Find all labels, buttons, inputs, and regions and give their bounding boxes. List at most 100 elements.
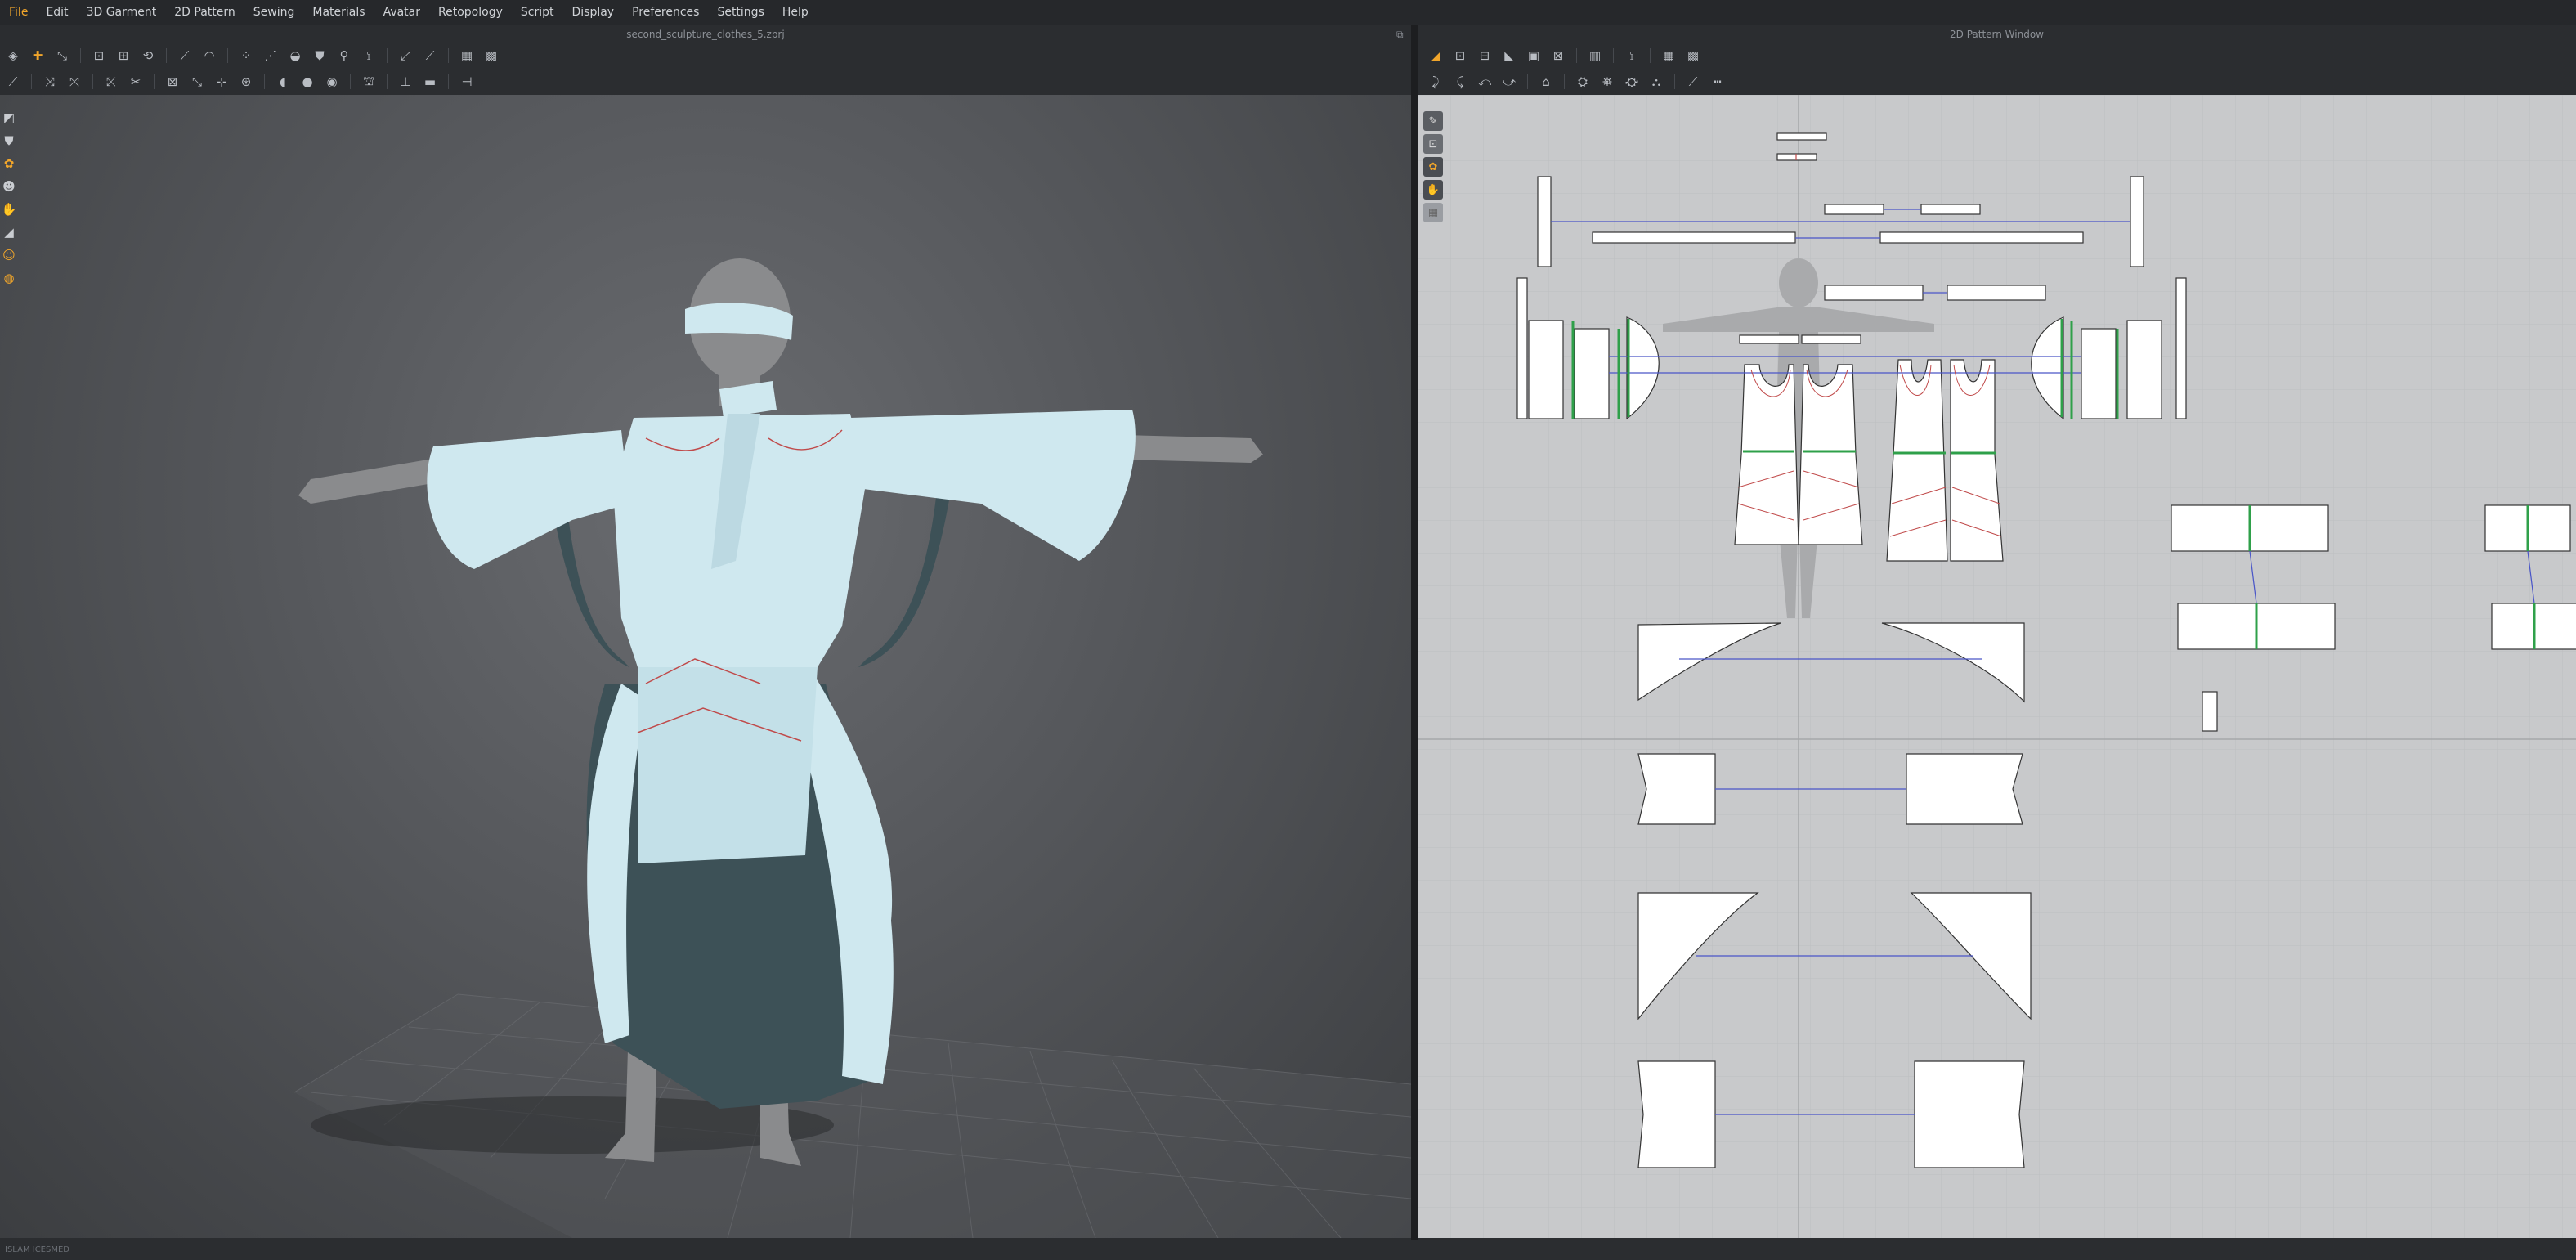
- cut-icon[interactable]: ⤪: [101, 73, 121, 91]
- tack-icon[interactable]: ◠: [199, 47, 219, 65]
- texture-icon[interactable]: ⊛: [236, 73, 256, 91]
- fold-rotate-icon[interactable]: ⟲: [138, 47, 158, 65]
- transform-pattern-icon[interactable]: ⤹: [1450, 73, 1470, 91]
- curve-point-icon[interactable]: ⤻: [1499, 73, 1519, 91]
- pattern-canvas: [1418, 95, 2576, 1238]
- shelf-icon[interactable]: ⊥: [396, 73, 415, 91]
- pattern-window-title: 2D Pattern Window: [1418, 25, 2576, 43]
- symmetry-icon[interactable]: ⊠: [163, 73, 182, 91]
- menu-2d-pattern[interactable]: 2D Pattern: [165, 0, 244, 25]
- transform-icon[interactable]: ⤡: [52, 47, 72, 65]
- rectangle-icon[interactable]: ⊡: [1450, 47, 1470, 65]
- menu-3d-garment[interactable]: 3D Garment: [78, 0, 166, 25]
- move-icon[interactable]: ✚: [28, 47, 47, 65]
- fold-arrange-icon[interactable]: ⊞: [114, 47, 133, 65]
- arrange-icon[interactable]: ⁘: [236, 47, 256, 65]
- circle-solid-icon[interactable]: ●: [298, 73, 317, 91]
- select-icon[interactable]: ◈: [3, 47, 23, 65]
- fold-line-icon[interactable]: ⤧: [65, 73, 84, 91]
- dashed-line-icon[interactable]: ┅: [1708, 73, 1727, 91]
- avatar-stand-icon[interactable]: ◉: [322, 73, 342, 91]
- grid-dense-icon[interactable]: ▩: [482, 47, 501, 65]
- separator: [154, 74, 155, 89]
- texture-2d-icon[interactable]: ✿: [1423, 157, 1443, 177]
- menu-bar: File Edit 3D Garment 2D Pattern Sewing M…: [0, 0, 2576, 25]
- shelf-icon[interactable]: ▬: [420, 73, 440, 91]
- person-icon[interactable]: ☺: [0, 244, 18, 267]
- layer-icon[interactable]: ◒: [285, 47, 305, 65]
- topstitch-icon[interactable]: ⛬: [1646, 73, 1666, 91]
- separator: [80, 48, 81, 63]
- separator: [31, 74, 32, 89]
- grid-dense-icon[interactable]: ▩: [1683, 47, 1703, 65]
- fabric-icon[interactable]: ✿: [0, 152, 18, 175]
- toolbar-3d-row1: ◈ ✚ ⤡ ⊡ ⊞ ⟲ ⟋ ◠ ⁘ ⋰ ◒ ⛊ ⚲ ⟟ ⤢ ⟋ ▦ ▩: [3, 44, 501, 67]
- menu-sewing[interactable]: Sewing: [244, 0, 304, 25]
- free-sewing-icon[interactable]: ⛮: [1622, 73, 1642, 91]
- edit-curve-icon[interactable]: ⤨: [40, 73, 60, 91]
- edit-pattern-icon[interactable]: ⤸: [1426, 73, 1445, 91]
- flat-icon[interactable]: ◢: [0, 221, 18, 244]
- scissors-icon[interactable]: ✂: [126, 73, 146, 91]
- dart-icon[interactable]: ◣: [1499, 47, 1519, 65]
- avatar-icon[interactable]: ☻: [0, 175, 18, 198]
- arrange-point-icon[interactable]: ⋰: [261, 47, 280, 65]
- pen-icon[interactable]: ✎: [1423, 111, 1443, 131]
- sleeve-left[interactable]: [427, 430, 629, 569]
- separator: [448, 74, 449, 89]
- view-cube-icon[interactable]: ◩: [0, 106, 18, 129]
- menu-preferences[interactable]: Preferences: [623, 0, 708, 25]
- pleat-icon[interactable]: ▥: [1585, 47, 1605, 65]
- layout-icon[interactable]: ⟟: [1622, 47, 1642, 65]
- garment-icon[interactable]: ⛊: [0, 129, 18, 152]
- select-2d-icon[interactable]: ⊡: [1423, 134, 1443, 154]
- brush-icon[interactable]: ⟋: [3, 73, 23, 91]
- sphere-icon[interactable]: ◍: [0, 267, 18, 289]
- gizmo-icon[interactable]: ⊣: [457, 73, 477, 91]
- expand-window-icon[interactable]: ⧉: [1396, 29, 1404, 41]
- measure-icon[interactable]: ⟟: [359, 47, 379, 65]
- separator: [1674, 74, 1675, 89]
- skirt-front[interactable]: [638, 667, 818, 863]
- sleeve-right[interactable]: [850, 410, 1136, 561]
- snap-icon[interactable]: ⊹: [212, 73, 231, 91]
- menu-retopology[interactable]: Retopology: [429, 0, 512, 25]
- ruler-icon[interactable]: ⟋: [1683, 73, 1703, 91]
- menu-display[interactable]: Display: [562, 0, 623, 25]
- tape-icon[interactable]: ⤢: [396, 47, 415, 65]
- polygon-icon[interactable]: ◢: [1426, 47, 1445, 65]
- hand-icon[interactable]: ✋: [0, 198, 18, 221]
- shirt-icon[interactable]: ⛊: [310, 47, 329, 65]
- seam-line-icon[interactable]: ⌂: [1536, 73, 1556, 91]
- seam-icon[interactable]: ⤡: [187, 73, 207, 91]
- menu-materials[interactable]: Materials: [303, 0, 374, 25]
- trace-icon[interactable]: ⊠: [1548, 47, 1568, 65]
- scene-3d: [293, 258, 1411, 1238]
- pattern-window[interactable]: [1418, 95, 2576, 1238]
- grid-icon[interactable]: ▦: [457, 47, 477, 65]
- menu-edit[interactable]: Edit: [37, 0, 77, 25]
- hanger-icon[interactable]: ⛫: [359, 73, 379, 91]
- ellipse-icon[interactable]: ⊟: [1475, 47, 1494, 65]
- line-icon[interactable]: ⟋: [420, 47, 440, 65]
- toolbar-2d-row1: ◢ ⊡ ⊟ ◣ ▣ ⊠ ▥ ⟟ ▦ ▩: [1426, 44, 1703, 67]
- menu-avatar[interactable]: Avatar: [374, 0, 429, 25]
- avatar-pose-icon[interactable]: ⚲: [334, 47, 354, 65]
- menu-file[interactable]: File: [0, 0, 37, 25]
- pin-icon[interactable]: ⟋: [175, 47, 195, 65]
- circle-icon[interactable]: ◖: [273, 73, 293, 91]
- menu-script[interactable]: Script: [512, 0, 563, 25]
- grid-icon[interactable]: ▦: [1659, 47, 1678, 65]
- edit-point-icon[interactable]: ⤺: [1475, 73, 1494, 91]
- menu-settings[interactable]: Settings: [708, 0, 773, 25]
- menu-help[interactable]: Help: [773, 0, 818, 25]
- internal-icon[interactable]: ▣: [1524, 47, 1543, 65]
- tack-2d-icon[interactable]: ⛭: [1573, 73, 1593, 91]
- pattern-grid-icon[interactable]: ▦: [1423, 203, 1443, 222]
- viewport-3d[interactable]: [0, 95, 1411, 1238]
- fold-icon[interactable]: ⊡: [89, 47, 109, 65]
- window-splitter[interactable]: [1411, 25, 1418, 1240]
- separator: [264, 74, 265, 89]
- sewing-icon[interactable]: ⛯: [1597, 73, 1617, 91]
- hand-2d-icon[interactable]: ✋: [1423, 180, 1443, 200]
